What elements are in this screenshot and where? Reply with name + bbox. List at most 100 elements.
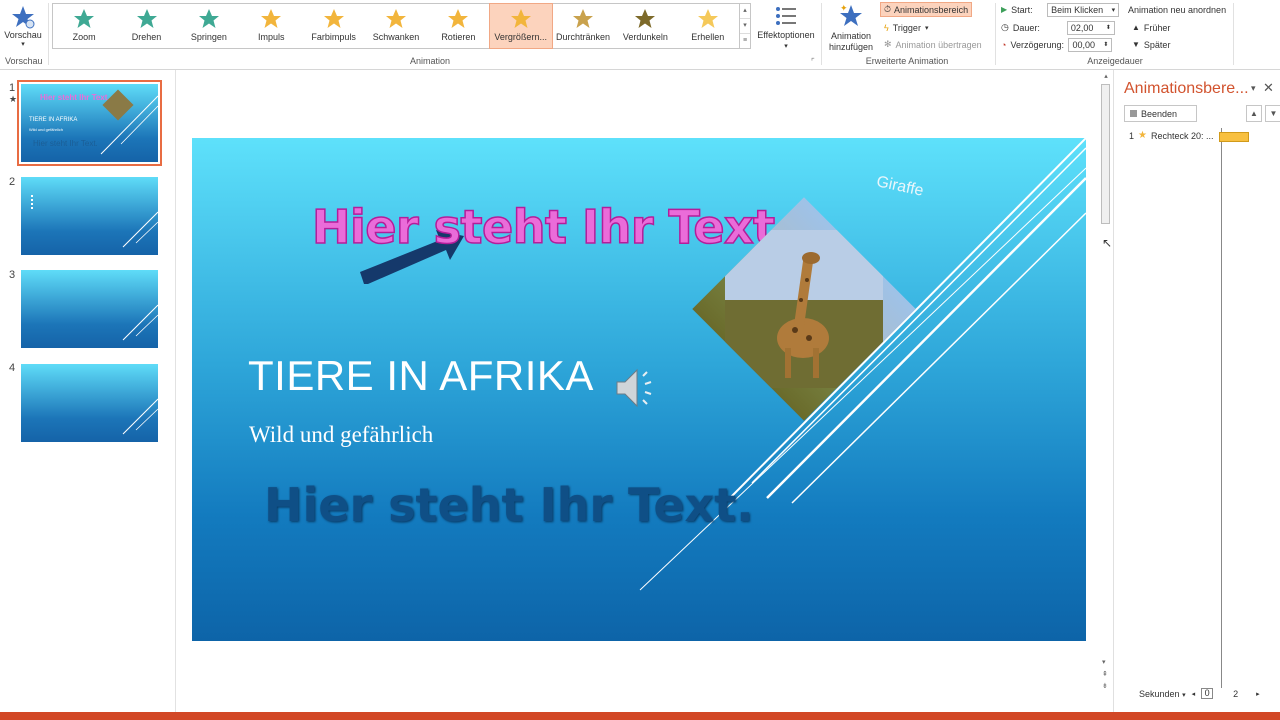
effect-label: Impuls — [258, 32, 285, 42]
separator — [821, 3, 822, 65]
animation-item-label: Rechteck 20: ... — [1150, 130, 1214, 141]
add-star-icon: ✦ — [840, 4, 862, 26]
animation-effect-8[interactable]: Durchtränken — [552, 4, 614, 48]
animation-pane: Animationsbere... ▾ ✕ Beenden ▲ ▼ 1 ★ Re… — [1113, 70, 1280, 712]
animation-effect-0[interactable]: Zoom — [53, 4, 115, 48]
reorder-label: Animation neu anordnen — [1128, 4, 1227, 15]
slide-subtitle[interactable]: Wild und gefährlich — [249, 422, 433, 448]
next-slide-icon[interactable]: ⇟ — [1102, 682, 1108, 690]
move-earlier-button[interactable]: ▲ Früher — [1132, 20, 1170, 35]
slide-title[interactable]: TIERE IN AFRIKA — [248, 352, 594, 400]
animation-timeline-bar[interactable] — [1219, 132, 1249, 142]
scale-left-icon[interactable]: ◂ — [1192, 690, 1196, 698]
spinner-icon[interactable]: ⬍ — [1103, 41, 1108, 48]
move-up-button[interactable]: ▲ — [1246, 105, 1262, 122]
trigger-button[interactable]: ϟ Trigger ▾ — [884, 20, 928, 35]
animation-effect-1[interactable]: Drehen — [115, 4, 177, 48]
animation-gallery: Zoom Drehen Springen Impuls Farbimpuls Schwan… — [52, 3, 740, 49]
gallery-more-icon[interactable]: ≡ — [740, 34, 750, 48]
pane-options-icon[interactable]: ▾ — [1251, 83, 1256, 94]
animation-effect-10[interactable]: Erhellen — [677, 4, 739, 48]
blue-text-box[interactable]: Hier steht Ihr Text. — [264, 478, 754, 532]
thumbnail-lines — [100, 95, 158, 155]
move-down-button[interactable]: ▼ — [1265, 105, 1280, 122]
animation-pane-label: Animationsbereich — [894, 4, 969, 15]
effect-star-icon — [261, 9, 282, 28]
gallery-down-icon[interactable]: ▾ — [740, 19, 750, 34]
delay-input[interactable]: 00,00 ⬍ — [1068, 37, 1113, 52]
speaker-icon[interactable] — [613, 364, 661, 412]
effect-star-icon — [697, 9, 718, 28]
gallery-up-icon[interactable]: ▴ — [740, 4, 750, 19]
duration-value: 02,00 — [1070, 22, 1094, 33]
timeline-marker — [1221, 128, 1222, 688]
spinner-icon[interactable]: ⬍ — [1106, 24, 1111, 31]
animation-effect-5[interactable]: Schwanken — [365, 4, 427, 48]
scroll-down-icon[interactable]: ▾ — [1102, 658, 1106, 666]
ribbon: Vorschau ▾ Vorschau Zoom Drehen Springen Im… — [0, 0, 1280, 70]
effect-options-button[interactable]: Effektoptionen ▾ — [754, 4, 818, 52]
prev-slide-icon[interactable]: ⇞ — [1102, 670, 1108, 678]
trigger-label: Trigger — [892, 22, 921, 33]
effect-label: Zoom — [72, 32, 96, 42]
chevron-down-icon: ▾ — [1111, 6, 1116, 14]
seconds-row: Sekunden ▾ ◂ 0 2 ▸ — [1139, 688, 1260, 699]
animation-pane-icon: ⏱ — [884, 4, 892, 14]
animation-painter-button[interactable]: ✻ Animation übertragen — [884, 37, 982, 52]
duration-label: Dauer: — [1012, 22, 1040, 33]
star-icon: ★ — [1138, 130, 1147, 141]
start-select[interactable]: Beim Klicken ▾ — [1047, 2, 1120, 17]
thumbnail-slide-3[interactable] — [21, 270, 158, 348]
effect-star-icon — [74, 9, 95, 28]
chevron-down-icon: ▾ — [784, 43, 788, 50]
add-animation-label-1: Animation — [830, 31, 872, 41]
seconds-dropdown[interactable]: Sekunden ▾ — [1139, 689, 1186, 699]
thumbnail-slide-1[interactable]: Hier steht Ihr Text. TIERE IN AFRIKA Wil… — [17, 80, 162, 166]
animation-effect-4[interactable]: Farbimpuls — [302, 4, 364, 48]
scale-end: 2 — [1233, 688, 1239, 699]
stop-icon — [1130, 110, 1137, 117]
animation-painter-label: Animation übertragen — [895, 39, 982, 50]
animation-effect-7[interactable]: Vergrößern... — [488, 3, 553, 49]
animation-effect-3[interactable]: Impuls — [240, 4, 302, 48]
scroll-up-icon[interactable]: ▴ — [1100, 72, 1112, 80]
preview-label: Vorschau — [4, 30, 42, 40]
add-animation-button[interactable]: ✦ Animation hinzufügen — [824, 3, 878, 53]
thumbnail-slide-2[interactable] — [21, 177, 158, 255]
gallery-scroll[interactable]: ▴ ▾ ≡ — [740, 3, 751, 49]
svg-text:✦: ✦ — [840, 4, 848, 14]
group-label-animation: Animation — [409, 56, 451, 66]
pink-text-box[interactable]: Hier steht Ihr Text. — [311, 199, 793, 255]
dialog-launcher-icon[interactable]: ⌜ — [811, 57, 815, 66]
effect-label: Springen — [190, 32, 227, 42]
effect-label: Schwanken — [372, 32, 420, 42]
effect-label: Durchtränken — [556, 32, 611, 42]
group-label-advanced: Erweiterte Animation — [865, 56, 949, 66]
animation-pane-button[interactable]: ⏱ Animationsbereich — [879, 2, 973, 17]
seconds-label: Sekunden — [1139, 688, 1180, 699]
editor-scrollbar[interactable]: ▴ ▾ ⇞ ⇟ — [1100, 72, 1112, 697]
status-bar — [0, 712, 1280, 720]
delay-value: 00,00 — [1072, 39, 1095, 50]
chevron-down-icon: ▾ — [1182, 691, 1186, 699]
animation-effect-9[interactable]: Verdunkeln — [614, 4, 676, 48]
scroll-thumb[interactable] — [1101, 84, 1110, 224]
slide-canvas[interactable]: Hier steht Ihr Text. Giraffe TIERE IN AF… — [192, 138, 1086, 641]
group-label-vorschau: Vorschau — [5, 56, 43, 66]
animation-effect-2[interactable]: Springen — [178, 4, 240, 48]
close-icon[interactable]: ✕ — [1263, 80, 1274, 96]
animation-effect-6[interactable]: Rotieren — [427, 4, 489, 48]
lightning-icon: ϟ — [884, 22, 889, 33]
scale-right-icon[interactable]: ▸ — [1256, 690, 1260, 698]
duration-input[interactable]: 02,00 ⬍ — [1066, 20, 1115, 35]
preview-button[interactable]: Vorschau ▾ — [2, 2, 44, 54]
animation-marker-icon: ★ — [9, 94, 18, 104]
stop-label: Beenden — [1141, 108, 1178, 119]
effect-label: Rotieren — [441, 32, 476, 42]
stop-button[interactable]: Beenden — [1124, 105, 1197, 122]
move-later-label: Später — [1143, 39, 1171, 50]
effect-label: Erhellen — [691, 32, 725, 42]
animation-list-item[interactable]: 1 ★ Rechteck 20: ... — [1129, 130, 1214, 141]
thumbnail-slide-4[interactable] — [21, 364, 158, 442]
move-later-button[interactable]: ▼ Später — [1132, 37, 1170, 52]
